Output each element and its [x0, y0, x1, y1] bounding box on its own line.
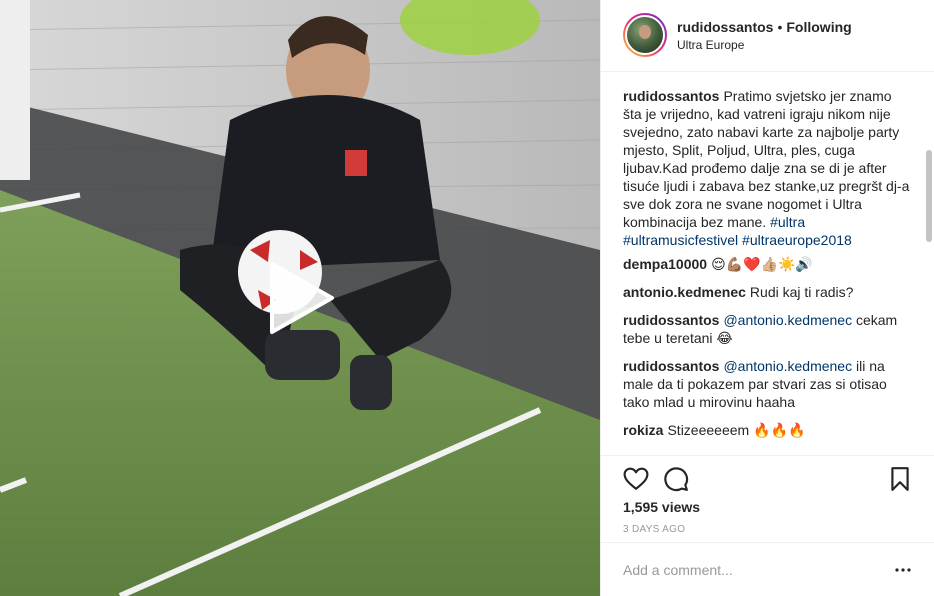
header-user-line: rudidossantos • Following: [677, 18, 852, 36]
comment-username[interactable]: rudidossantos: [623, 312, 719, 328]
avatar[interactable]: [623, 13, 667, 57]
post-media-video[interactable]: [0, 0, 600, 596]
header-separator: •: [777, 19, 783, 35]
comment-username[interactable]: rokiza: [623, 422, 663, 438]
bookmark-icon[interactable]: [887, 466, 913, 492]
comments-scrollbar[interactable]: [926, 150, 932, 242]
comment-mention[interactable]: @antonio.kedmenec: [723, 312, 852, 328]
heart-icon[interactable]: [623, 466, 649, 492]
comment-item: rudidossantos @antonio.kedmenec ili na ma…: [623, 357, 911, 411]
hashtag-link[interactable]: #ultraeurope2018: [742, 232, 852, 248]
caption-text: Pratimo svjetsko jer znamo šta je vrijed…: [623, 88, 910, 230]
comment-item: rudidossantos @antonio.kedmenec cekam teb…: [623, 311, 911, 347]
following-button[interactable]: Following: [786, 19, 851, 35]
play-icon[interactable]: [262, 258, 338, 338]
comment-icon[interactable]: [663, 466, 689, 492]
caption: rudidossantos Pratimo svjetsko jer znamo …: [623, 87, 911, 249]
comment-item: dempa10000 😌💪🏽❤️👍🏼☀️🔊: [623, 255, 911, 273]
post-timestamp[interactable]: 3 DAYS AGO: [623, 524, 685, 535]
header-username[interactable]: rudidossantos: [677, 19, 773, 35]
post-header: rudidossantos • Following Ultra Europe: [601, 0, 934, 72]
location-link[interactable]: Ultra Europe: [677, 38, 744, 52]
hashtag-link[interactable]: #ultra: [770, 214, 805, 230]
comment-item: antonio.kedmenec Rudi kaj ti radis?: [623, 283, 911, 301]
comment-mention[interactable]: @antonio.kedmenec: [723, 358, 852, 374]
hashtag-link[interactable]: #ultramusicfestivel: [623, 232, 738, 248]
comments-list[interactable]: rudidossantos Pratimo svjetsko jer znamo …: [601, 73, 934, 455]
add-comment-bar: [601, 542, 934, 596]
more-options-icon[interactable]: [895, 565, 911, 575]
comment-text: Rudi kaj ti radis?: [749, 284, 854, 300]
views-count[interactable]: 1,595 views: [623, 499, 700, 515]
post-actions: 1,595 views 3 DAYS AGO: [601, 455, 934, 545]
comment-text: Stizeeeeeem 🔥🔥🔥: [667, 422, 806, 438]
comment-username[interactable]: antonio.kedmenec: [623, 284, 746, 300]
comment-item: rokiza Stizeeeeeem 🔥🔥🔥: [623, 421, 911, 439]
post-details-panel: rudidossantos • Following Ultra Europe rud…: [600, 0, 934, 596]
caption-username[interactable]: rudidossantos: [623, 88, 719, 104]
comment-text: 😌💪🏽❤️👍🏼☀️🔊: [711, 256, 813, 272]
comment-username[interactable]: dempa10000: [623, 256, 707, 272]
comment-username[interactable]: rudidossantos: [623, 358, 719, 374]
comment-input[interactable]: [623, 559, 873, 581]
